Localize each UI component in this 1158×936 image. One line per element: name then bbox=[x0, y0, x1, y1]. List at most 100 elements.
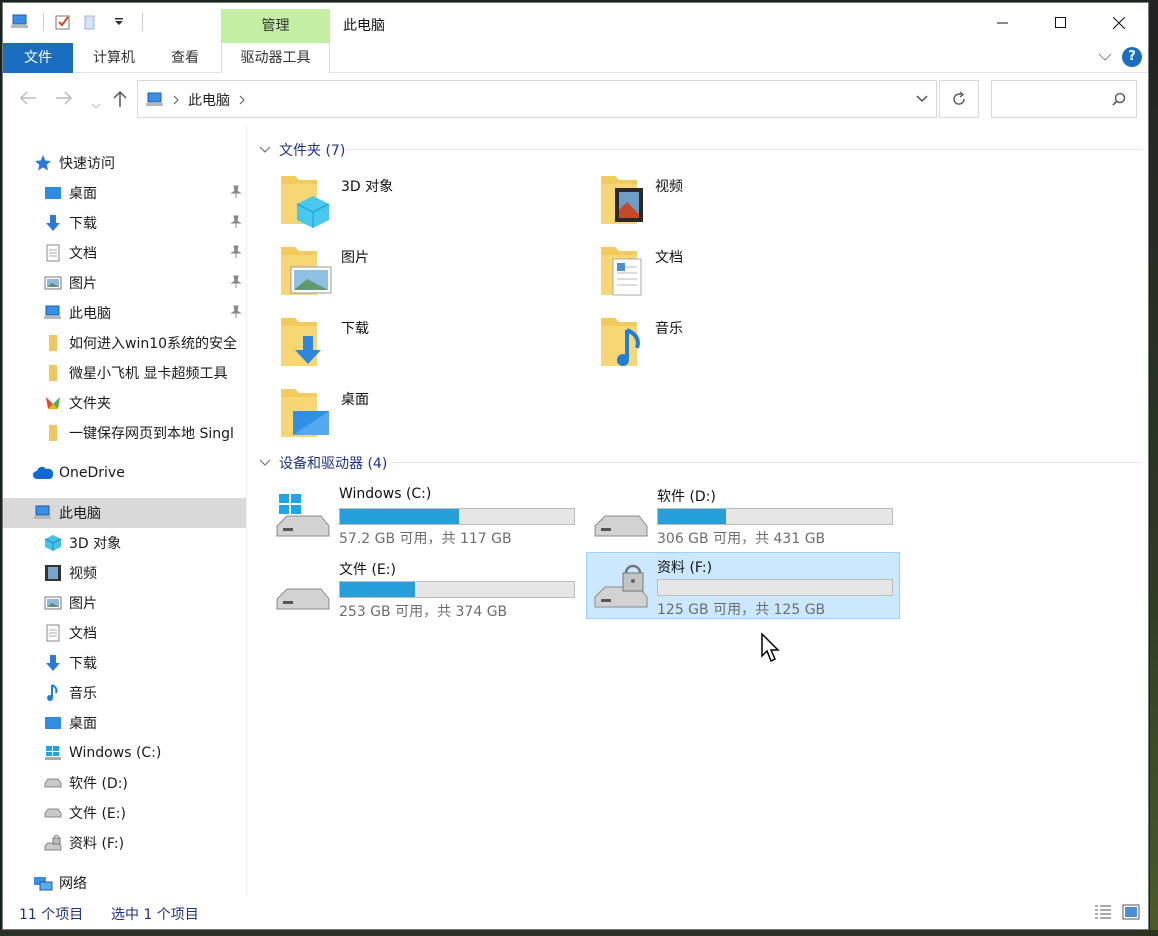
nav-item-folder[interactable]: 文件夹 bbox=[3, 388, 246, 418]
pin-icon[interactable] bbox=[230, 275, 242, 293]
nav-label: 软件 (D:) bbox=[69, 776, 128, 792]
pin-icon[interactable] bbox=[230, 245, 242, 263]
search-input[interactable] bbox=[991, 80, 1137, 118]
folder-label: 3D 对象 bbox=[341, 179, 394, 195]
nav-item-downloads[interactable]: 下载 bbox=[3, 208, 246, 238]
nav-item-documents[interactable]: 文档 bbox=[3, 238, 246, 268]
computer-icon[interactable] bbox=[11, 13, 29, 31]
drive-item-d[interactable]: 软件 (D:) 306 GB 可用，共 431 GB bbox=[587, 482, 901, 549]
drive-name: Windows (C:) bbox=[339, 486, 432, 502]
up-button[interactable] bbox=[113, 90, 127, 112]
hard-drive-icon bbox=[594, 515, 648, 537]
forward-button[interactable] bbox=[55, 90, 73, 109]
drive-usage-bar bbox=[657, 579, 893, 596]
nav-item-drive-e[interactable]: 文件 (E:) bbox=[3, 798, 246, 828]
search-icon[interactable] bbox=[1112, 92, 1126, 106]
tab-drive-tools[interactable]: 驱动器工具 bbox=[221, 43, 330, 73]
properties-icon[interactable] bbox=[54, 13, 72, 31]
pin-icon[interactable] bbox=[230, 185, 242, 203]
nav-item-3d-objects[interactable]: 3D 对象 bbox=[3, 528, 246, 558]
arrow-right-icon bbox=[56, 91, 73, 105]
drive-name: 资料 (F:) bbox=[657, 560, 713, 576]
drive-usage-bar bbox=[657, 508, 893, 525]
title-bar: 管理 此电脑 bbox=[3, 3, 1148, 43]
manage-tab[interactable]: 管理 bbox=[221, 9, 330, 43]
close-button[interactable] bbox=[1090, 3, 1148, 43]
folder-item-downloads[interactable]: 下载 bbox=[277, 312, 369, 372]
chevron-down-icon bbox=[91, 103, 101, 109]
folder-item-desktop[interactable]: 桌面 bbox=[277, 383, 369, 443]
folder-item-videos[interactable]: 视频 bbox=[597, 170, 683, 230]
nav-item-pictures[interactable]: 图片 bbox=[3, 588, 246, 618]
status-bar: 11 个项目 选中 1 个项目 bbox=[3, 896, 1148, 929]
folder-item-music[interactable]: 音乐 bbox=[597, 312, 683, 372]
customize-dropdown-icon[interactable] bbox=[110, 13, 128, 31]
folder-item-pictures[interactable]: 图片 bbox=[277, 241, 369, 301]
chevron-right-icon[interactable] bbox=[238, 95, 246, 105]
nav-item-pictures[interactable]: 图片 bbox=[3, 268, 246, 298]
tab-view[interactable]: 查看 bbox=[155, 43, 215, 73]
back-button[interactable] bbox=[19, 90, 37, 109]
documents-folder-icon bbox=[601, 247, 642, 296]
folder-item-documents[interactable]: 文档 bbox=[597, 241, 683, 301]
nav-this-pc[interactable]: 此电脑 bbox=[3, 498, 246, 528]
drive-item-f[interactable]: 资料 (F:) 125 GB 可用，共 125 GB bbox=[586, 552, 900, 619]
minimize-button[interactable] bbox=[974, 3, 1032, 43]
nav-item-drive-d[interactable]: 软件 (D:) bbox=[3, 768, 246, 798]
nav-item-folder[interactable]: 微星小飞机 显卡超频工具 bbox=[3, 358, 246, 388]
maximize-button[interactable] bbox=[1032, 3, 1090, 43]
desktop-background-bottom bbox=[0, 930, 1158, 936]
nav-item-downloads[interactable]: 下载 bbox=[3, 648, 246, 678]
large-icons-view-icon[interactable] bbox=[1122, 904, 1140, 920]
group-title: 设备和驱动器 (4) bbox=[279, 456, 388, 472]
nav-network[interactable]: 网络 bbox=[3, 868, 246, 896]
pin-icon[interactable] bbox=[230, 215, 242, 233]
address-dropdown-icon[interactable] bbox=[916, 95, 928, 103]
3d-objects-folder-icon bbox=[281, 176, 330, 228]
nav-item-drive-c[interactable]: Windows (C:) bbox=[3, 738, 246, 768]
folder-label: 音乐 bbox=[655, 321, 683, 337]
help-icon[interactable]: ? bbox=[1122, 47, 1142, 67]
nav-quick-access[interactable]: 快速访问 bbox=[3, 148, 246, 178]
refresh-button[interactable] bbox=[939, 80, 979, 118]
nav-item-folder[interactable]: 如何进入win10系统的安全 bbox=[3, 328, 246, 358]
folder-item-3d-objects[interactable]: 3D 对象 bbox=[277, 170, 393, 230]
nav-item-desktop[interactable]: 桌面 bbox=[3, 178, 246, 208]
pin-icon[interactable] bbox=[230, 305, 242, 323]
drive-space-info: 253 GB 可用，共 374 GB bbox=[339, 604, 508, 620]
folder-label: 桌面 bbox=[341, 392, 369, 408]
nav-item-this-pc-quick[interactable]: 此电脑 bbox=[3, 298, 246, 328]
group-header-folders[interactable]: 文件夹 (7) bbox=[259, 140, 345, 160]
new-folder-icon[interactable] bbox=[82, 13, 100, 31]
nav-item-music[interactable]: 音乐 bbox=[3, 678, 246, 708]
nav-label: 如何进入win10系统的安全 bbox=[69, 336, 238, 352]
drive-item-c[interactable]: Windows (C:) 57.2 GB 可用，共 117 GB bbox=[269, 482, 583, 549]
nav-item-folder[interactable]: 一键保存网页到本地 Singl bbox=[3, 418, 246, 448]
chevron-right-icon[interactable] bbox=[172, 95, 180, 105]
window-controls bbox=[974, 3, 1148, 43]
toolbar-separator bbox=[43, 13, 44, 31]
address-bar[interactable]: 此电脑 bbox=[137, 80, 937, 118]
tab-file[interactable]: 文件 bbox=[3, 43, 73, 73]
nav-item-desktop[interactable]: 桌面 bbox=[3, 708, 246, 738]
downloads-folder-icon bbox=[281, 318, 321, 366]
nav-onedrive[interactable]: OneDrive bbox=[3, 458, 246, 488]
group-header-drives[interactable]: 设备和驱动器 (4) bbox=[259, 453, 387, 473]
nav-item-documents[interactable]: 文档 bbox=[3, 618, 246, 648]
expand-ribbon-icon[interactable] bbox=[1098, 52, 1112, 62]
nav-item-videos[interactable]: 视频 bbox=[3, 558, 246, 588]
chevron-down-icon bbox=[259, 146, 271, 153]
details-view-icon[interactable] bbox=[1094, 904, 1112, 920]
tab-computer[interactable]: 计算机 bbox=[79, 43, 149, 73]
download-arrow-icon bbox=[43, 653, 63, 673]
desktop-icon bbox=[43, 713, 63, 733]
recent-locations-button[interactable] bbox=[91, 96, 101, 115]
breadcrumb-item[interactable]: 此电脑 bbox=[188, 90, 230, 110]
desktop-background bbox=[1150, 0, 1158, 936]
hard-drive-icon bbox=[43, 773, 63, 793]
nav-item-drive-f[interactable]: 资料 (F:) bbox=[3, 828, 246, 858]
picture-icon bbox=[43, 273, 63, 293]
nav-label: 文件 (E:) bbox=[69, 806, 126, 822]
pictures-folder-icon bbox=[281, 247, 332, 295]
drive-item-e[interactable]: 文件 (E:) 253 GB 可用，共 374 GB bbox=[269, 555, 583, 622]
